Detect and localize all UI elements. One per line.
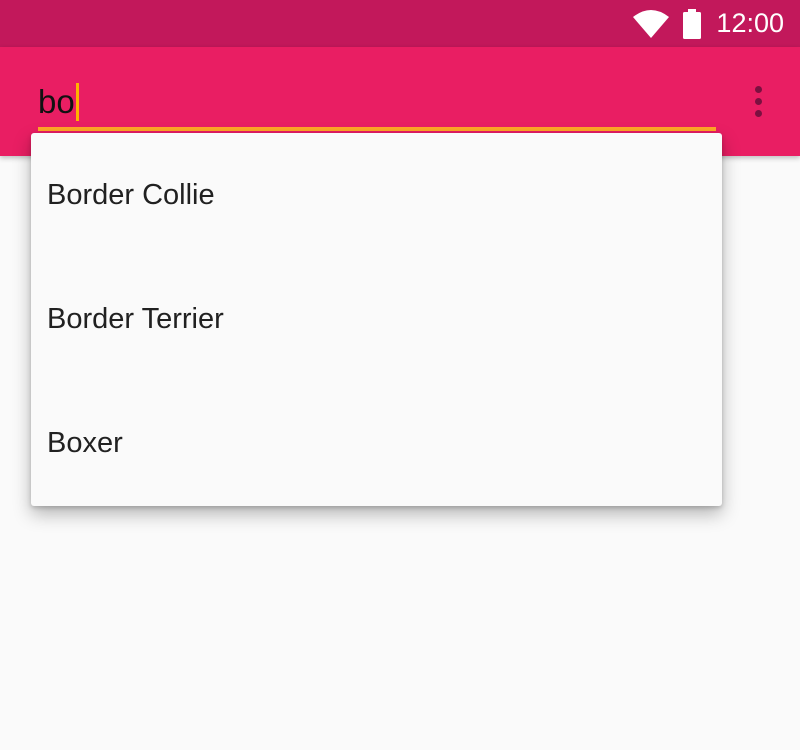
search-input-underline xyxy=(38,127,716,131)
more-vert-icon-dot xyxy=(754,97,762,105)
suggestion-item[interactable]: Border Terrier xyxy=(31,257,722,381)
text-cursor xyxy=(75,83,79,121)
suggestion-label: Boxer xyxy=(47,426,123,459)
more-vert-icon-dot xyxy=(754,85,762,93)
search-query: bo xyxy=(38,83,75,120)
more-options-button[interactable] xyxy=(736,79,780,123)
suggestion-label: Border Collie xyxy=(47,178,215,211)
search-input-text[interactable]: bo xyxy=(38,83,79,121)
status-icons: 12:00 xyxy=(633,0,784,47)
suggestion-item[interactable]: Boxer xyxy=(31,381,722,505)
status-bar: 12:00 xyxy=(0,0,800,47)
suggestion-item[interactable]: Border Collie xyxy=(31,133,722,257)
wifi-icon xyxy=(633,9,670,38)
suggestion-label: Border Terrier xyxy=(47,302,224,335)
search-input[interactable]: bo xyxy=(38,75,716,133)
battery-icon xyxy=(683,8,702,39)
autocomplete-dropdown: Border Collie Border Terrier Boxer xyxy=(31,133,722,506)
more-vert-icon-dot xyxy=(754,109,762,117)
status-clock: 12:00 xyxy=(716,8,784,38)
